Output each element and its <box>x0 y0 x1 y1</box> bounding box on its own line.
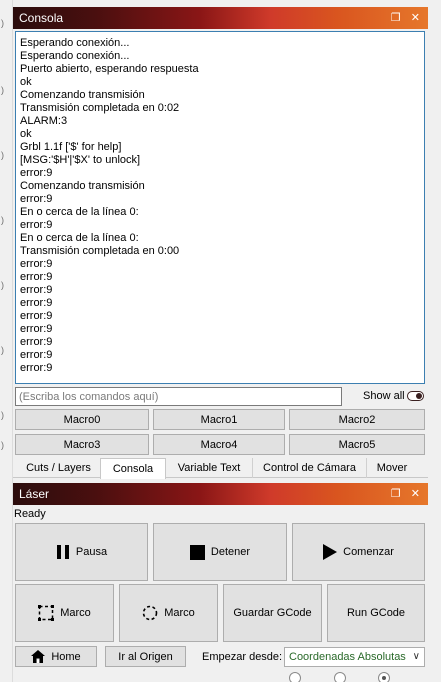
console-line: Esperando conexión... <box>20 50 130 62</box>
console-line: error:9 <box>20 258 53 270</box>
console-line: error:9 <box>20 362 53 374</box>
tab-variable-text[interactable]: Variable Text <box>166 458 253 478</box>
console-line: error:9 <box>20 310 53 322</box>
strip-glyph: ) <box>1 85 4 95</box>
origin-radio[interactable] <box>334 672 346 682</box>
console-titlebar: Consola ❐ ✕ <box>13 7 428 29</box>
console-line: error:9 <box>20 271 53 283</box>
console-line: ok <box>20 76 32 88</box>
close-icon[interactable]: ✕ <box>411 12 420 24</box>
tab-consola[interactable]: Consola <box>100 458 166 479</box>
show-all-label: Show all <box>363 390 405 402</box>
console-line: En o cerca de la línea 0: <box>20 206 139 218</box>
start-from-value: Coordenadas Absolutas <box>289 651 406 663</box>
origin-radio[interactable] <box>289 672 301 682</box>
frame-rect-icon <box>38 605 55 621</box>
macro0-button[interactable]: Macro0 <box>15 409 149 430</box>
console-line: Esperando conexión... <box>20 37 130 49</box>
console-line: error:9 <box>20 323 53 335</box>
strip-glyph: ) <box>1 150 4 160</box>
strip-glyph: ) <box>1 345 4 355</box>
console-line: error:9 <box>20 349 53 361</box>
home-label: Home <box>51 650 81 663</box>
console-output[interactable]: Esperando conexión... Esperando conexión.… <box>15 31 425 384</box>
console-line: error:9 <box>20 284 53 296</box>
macro5-button[interactable]: Macro5 <box>289 434 425 455</box>
console-line: Comenzando transmisión <box>20 180 145 192</box>
float-icon[interactable]: ❐ <box>391 488 401 500</box>
laser-titlebar: Láser ❐ ✕ <box>13 483 428 505</box>
macro3-button[interactable]: Macro3 <box>15 434 149 455</box>
command-input[interactable] <box>15 387 342 406</box>
home-button[interactable]: Home <box>15 646 97 667</box>
chevron-down-icon: ∨ <box>412 651 420 662</box>
console-line: Puerto abierto, esperando respuesta <box>20 63 199 75</box>
frame-rect-label: Marco <box>60 607 91 619</box>
pause-button[interactable]: Pausa <box>15 523 148 581</box>
frame-round-icon <box>142 605 158 621</box>
stop-label: Detener <box>210 546 251 558</box>
tab-control-camara[interactable]: Control de Cámara <box>253 458 367 478</box>
pause-icon <box>56 545 69 559</box>
tab-cuts-layers[interactable]: Cuts / Layers <box>16 458 102 478</box>
console-line: ALARM:3 <box>20 115 68 127</box>
laser-title: Láser <box>19 487 50 501</box>
console-line: Comenzando transmisión <box>20 89 145 101</box>
console-line: error:9 <box>20 167 53 179</box>
macro4-button[interactable]: Macro4 <box>153 434 285 455</box>
close-icon[interactable]: ✕ <box>411 488 420 500</box>
show-all-toggle[interactable] <box>407 391 424 401</box>
tab-mover[interactable]: Mover <box>367 458 417 478</box>
start-button[interactable]: Comenzar <box>292 523 425 581</box>
console-line: Grbl 1.1f ['$' for help] <box>20 141 122 153</box>
home-icon <box>31 650 46 663</box>
console-line: [MSG:'$H'|'$X' to unlock] <box>20 154 141 166</box>
start-label: Comenzar <box>343 546 394 558</box>
stop-icon <box>189 544 205 560</box>
pause-label: Pausa <box>75 546 108 558</box>
console-line: error:9 <box>20 193 53 205</box>
panel-tab-bar: Cuts / Layers Consola Variable Text Cont… <box>13 458 428 479</box>
strip-glyph: ) <box>1 440 4 450</box>
play-icon <box>323 544 338 560</box>
console-line: Transmisión completada en 0:02 <box>20 102 180 114</box>
origin-radio[interactable] <box>378 672 390 682</box>
start-from-label: Empezar desde: <box>202 651 283 663</box>
console-line: Transmisión completada en 0:00 <box>20 245 180 257</box>
console-line: ok <box>20 128 32 140</box>
laser-status: Ready <box>14 508 46 520</box>
float-icon[interactable]: ❐ <box>391 12 401 24</box>
start-from-select[interactable]: Coordenadas Absolutas ∨ <box>284 647 425 667</box>
save-gcode-button[interactable]: Guardar GCode <box>223 584 322 642</box>
go-origin-button[interactable]: Ir al Origen <box>105 646 186 667</box>
strip-glyph: ) <box>1 215 4 225</box>
strip-glyph: ) <box>1 410 4 420</box>
left-dock-strip: ) ) ) ) ) ) ) ) <box>0 0 13 682</box>
console-line: En o cerca de la línea 0: <box>20 232 139 244</box>
macro2-button[interactable]: Macro2 <box>289 409 425 430</box>
macro1-button[interactable]: Macro1 <box>153 409 285 430</box>
frame-rect-button[interactable]: Marco <box>15 584 114 642</box>
console-line: error:9 <box>20 336 53 348</box>
strip-glyph: ) <box>1 18 4 28</box>
strip-glyph: ) <box>1 280 4 290</box>
stop-button[interactable]: Detener <box>153 523 287 581</box>
console-title: Consola <box>19 11 64 25</box>
console-line: error:9 <box>20 297 53 309</box>
frame-round-label: Marco <box>164 607 195 619</box>
run-gcode-button[interactable]: Run GCode <box>327 584 425 642</box>
console-line: error:9 <box>20 219 53 231</box>
frame-round-button[interactable]: Marco <box>119 584 218 642</box>
